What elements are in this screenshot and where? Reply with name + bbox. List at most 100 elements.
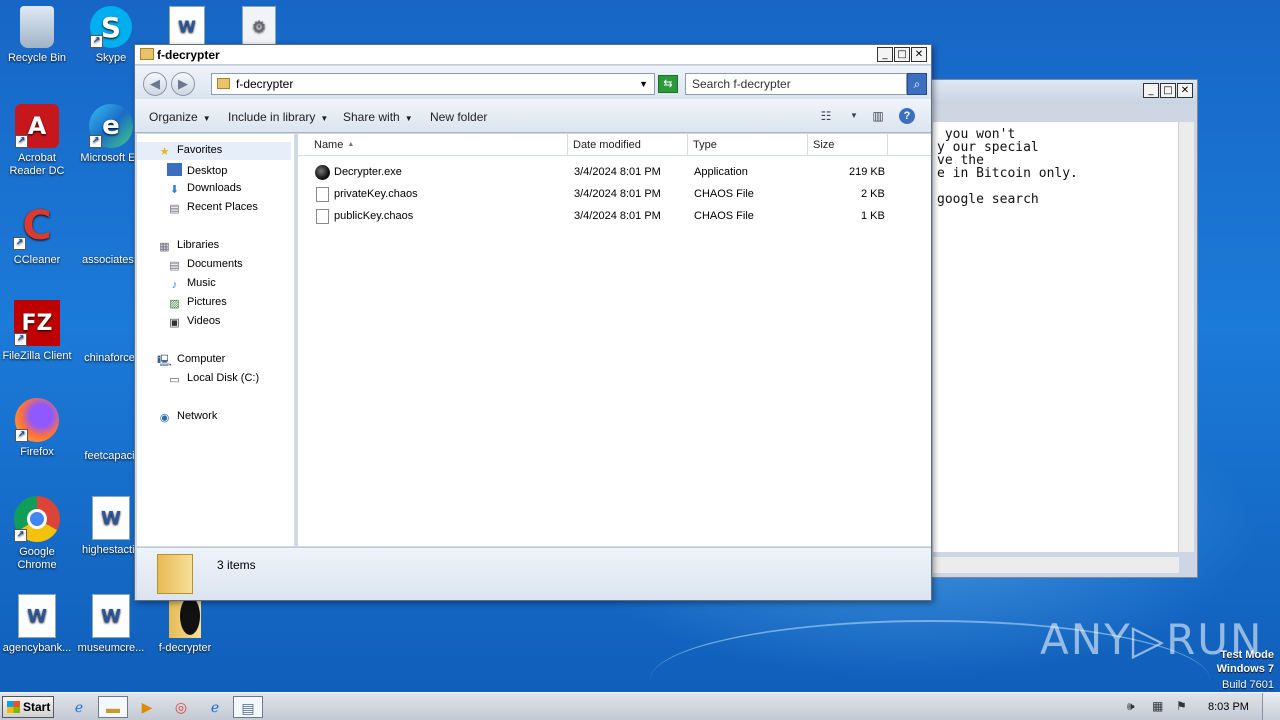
word-document-icon: W (92, 496, 130, 540)
taskbar-edge-icon[interactable]: ℯ (200, 696, 230, 718)
skype-icon: S ↗ (90, 6, 132, 48)
desktop-icon-agencybank[interactable]: W agencybank... (0, 594, 74, 655)
preview-pane-icon[interactable]: ▥ (870, 108, 886, 124)
nav-favorites[interactable]: ★ Favorites (137, 142, 291, 160)
nav-desktop[interactable]: Desktop (167, 163, 227, 177)
file-date: 3/4/2024 8:01 PM (574, 166, 661, 178)
file-icon (316, 209, 329, 224)
nav-music[interactable]: ♪ Music (167, 277, 216, 292)
search-icon[interactable]: ⌕ (907, 73, 927, 95)
file-row[interactable]: publicKey.chaos 3/4/2024 8:01 PM CHAOS F… (298, 206, 931, 226)
nav-recent-places[interactable]: ▤ Recent Places (167, 201, 258, 216)
file-row[interactable]: Decrypter.exe 3/4/2024 8:01 PM Applicati… (298, 162, 931, 182)
note-line: google search (937, 192, 1039, 207)
nav-downloads[interactable]: ⬇ Downloads (167, 182, 242, 197)
taskbar: Start ℯ ▬ ▶ ◎ ℯ ▤ 🕪 ▦ ⚑ 8:03 PM (0, 692, 1280, 720)
minimize-button[interactable]: _ (1143, 83, 1159, 98)
help-icon[interactable]: ? (899, 108, 915, 124)
share-with-button[interactable]: Share with ▼ (343, 110, 413, 124)
refresh-button[interactable]: ⇆ (658, 75, 678, 93)
horizontal-scrollbar[interactable] (933, 557, 1179, 573)
recycle-bin-icon (20, 6, 54, 48)
nav-videos[interactable]: ▣ Videos (167, 315, 220, 330)
details-pane: 3 items (137, 547, 931, 600)
nav-documents[interactable]: ▤ Documents (167, 258, 242, 273)
chrome-icon: ↗ (14, 496, 60, 542)
view-options-icon[interactable]: ☷ (818, 108, 834, 124)
nav-label: Recent Places (187, 201, 258, 213)
network-tray-icon[interactable]: ▦ (1152, 699, 1163, 713)
start-button[interactable]: Start (2, 696, 54, 718)
maximize-button[interactable]: □ (894, 47, 910, 62)
minimize-button[interactable]: _ (877, 47, 893, 62)
file-row[interactable]: privateKey.chaos 3/4/2024 8:01 PM CHAOS … (298, 184, 931, 204)
explorer-titlebar[interactable]: f-decrypter _ □ ✕ (135, 45, 931, 65)
organize-button[interactable]: Organize ▼ (149, 110, 211, 124)
new-folder-button[interactable]: New folder (430, 110, 487, 124)
nav-libraries[interactable]: ▦ Libraries (157, 239, 219, 254)
chevron-down-icon[interactable]: ▼ (846, 108, 862, 124)
start-label: Start (23, 700, 51, 714)
forward-button[interactable]: ▶ (171, 72, 195, 96)
test-mode-text: Test Mode (1220, 649, 1274, 661)
desktop-icon-label: museumcre... (77, 642, 145, 654)
search-input[interactable]: Search f-decrypter (685, 73, 907, 95)
maximize-button[interactable]: □ (1160, 83, 1176, 98)
explorer-window[interactable]: f-decrypter _ □ ✕ ◀ ▶ f-decrypter ▼ ⇆ Se… (134, 44, 932, 601)
background-text-window[interactable]: _ □ ✕ you won't y our special ve the e in B… (930, 79, 1198, 578)
include-in-library-button[interactable]: Include in library ▼ (228, 110, 328, 124)
column-date-modified[interactable]: Date modified (568, 134, 688, 156)
edge-icon: e ↗ (89, 104, 133, 148)
show-desktop-button[interactable] (1262, 693, 1280, 720)
desktop-icon-filezilla[interactable]: FZ ↗ FileZilla Client (0, 300, 74, 363)
close-button[interactable]: ✕ (1177, 83, 1193, 98)
address-bar[interactable]: f-decrypter ▼ (211, 73, 655, 95)
column-type[interactable]: Type (688, 134, 808, 156)
ransom-note-text[interactable]: you won't y our special ve the e in Bitcoin… (933, 122, 1179, 552)
desktop-icon (167, 163, 182, 176)
taskbar-media-player-icon[interactable]: ▶ (132, 696, 162, 718)
desktop-icon-f-decrypter[interactable]: f-decrypter (148, 594, 222, 655)
nav-network[interactable]: ◉ Network (157, 410, 218, 425)
desktop-icon-label: Google Chrome (17, 546, 57, 571)
disk-icon: ▭ (169, 374, 180, 386)
file-size: 2 KB (861, 188, 885, 200)
nav-label: Libraries (177, 239, 220, 251)
vertical-scrollbar[interactable] (1178, 122, 1194, 552)
close-button[interactable]: ✕ (911, 47, 927, 62)
chevron-down-icon[interactable]: ▼ (639, 74, 648, 94)
desktop-icon-firefox[interactable]: ↗ Firefox (0, 398, 74, 459)
desktop-icon-ccleaner[interactable]: C ↗ CCleaner (0, 202, 74, 267)
taskbar-chrome-icon[interactable]: ◎ (166, 696, 196, 718)
command-toolbar: Organize ▼ Include in library ▼ Share with… (135, 99, 931, 133)
background-window-titlebar[interactable]: _ □ ✕ (931, 80, 1197, 104)
nav-label: Computer (177, 353, 226, 365)
videos-icon: ▣ (169, 317, 180, 329)
taskbar-explorer-icon[interactable]: ▬ (98, 696, 128, 718)
file-list-pane[interactable]: Name ▲ Date modified Type Size Decrypter.… (298, 134, 931, 546)
desktop-icon-museumcre[interactable]: W museumcre... (74, 594, 148, 655)
filezilla-icon: FZ ↗ (14, 300, 60, 346)
desktop-icon-chrome[interactable]: ↗ Google Chrome (0, 496, 74, 572)
word-document-icon: W (92, 594, 130, 638)
desktop-icon-recycle-bin[interactable]: Recycle Bin (0, 6, 74, 65)
taskbar-ie-icon[interactable]: ℯ (64, 696, 94, 718)
nav-pictures[interactable]: ▨ Pictures (167, 296, 226, 311)
nav-local-disk[interactable]: ▭ Local Disk (C:) (167, 372, 259, 387)
column-name[interactable]: Name ▲ (306, 134, 568, 156)
window-title: f-decrypter (157, 48, 220, 62)
network-icon: ◉ (159, 412, 170, 424)
action-center-flag-icon[interactable]: ⚑ (1176, 699, 1187, 713)
download-icon: ⬇ (169, 184, 180, 196)
windows-logo-icon (7, 701, 20, 713)
back-button[interactable]: ◀ (143, 72, 167, 96)
volume-icon[interactable]: 🕪 (1127, 699, 1135, 714)
taskbar-clock[interactable]: 8:03 PM (1208, 701, 1249, 713)
column-size[interactable]: Size (808, 134, 888, 156)
word-document-icon: W (18, 594, 56, 638)
desktop-icon-acrobat[interactable]: A ↗ Acrobat Reader DC (0, 104, 74, 178)
nav-computer[interactable]: 🖳 Computer (157, 353, 225, 368)
file-size: 219 KB (849, 166, 886, 178)
taskbar-notepad-icon[interactable]: ▤ (233, 696, 263, 718)
address-text: f-decrypter (236, 77, 294, 91)
